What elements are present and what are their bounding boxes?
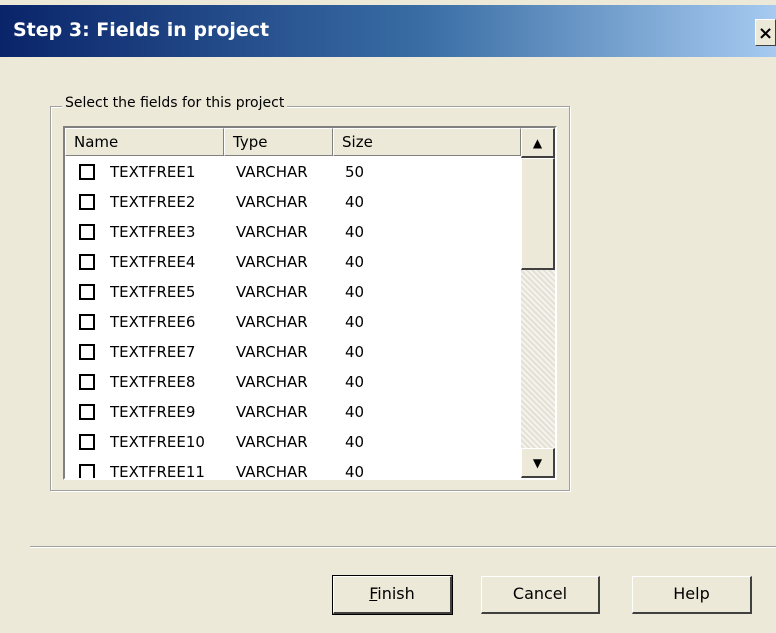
list-item[interactable]: TEXTFREE7 VARCHAR 40 <box>65 337 521 367</box>
title-bar[interactable]: Step 3: Fields in project × <box>0 5 776 57</box>
field-name: TEXTFREE9 <box>110 403 196 421</box>
dialog-title: Step 3: Fields in project <box>13 19 270 41</box>
field-type: VARCHAR <box>236 403 308 421</box>
list-item[interactable]: TEXTFREE6 VARCHAR 40 <box>65 307 521 337</box>
cancel-button[interactable]: Cancel <box>481 576 600 614</box>
field-size: 40 <box>345 313 365 331</box>
list-item[interactable]: TEXTFREE11 VARCHAR 40 <box>65 457 521 480</box>
list-item[interactable]: TEXTFREE1 VARCHAR 50 <box>65 157 521 187</box>
field-checkbox[interactable] <box>79 374 95 390</box>
field-size: 40 <box>345 223 365 241</box>
list-item[interactable]: TEXTFREE3 VARCHAR 40 <box>65 217 521 247</box>
field-checkbox[interactable] <box>79 284 95 300</box>
list-item[interactable]: TEXTFREE8 VARCHAR 40 <box>65 367 521 397</box>
list-item[interactable]: TEXTFREE9 VARCHAR 40 <box>65 397 521 427</box>
finish-label: inish <box>377 584 415 603</box>
field-size: 40 <box>345 403 365 421</box>
field-checkbox[interactable] <box>79 224 95 240</box>
groupbox-legend: Select the fields for this project <box>62 94 288 112</box>
field-checkbox[interactable] <box>79 464 95 478</box>
separator-line <box>30 546 776 548</box>
field-name: TEXTFREE8 <box>110 373 196 391</box>
dialog-window: Step 3: Fields in project × Select the f… <box>0 0 776 633</box>
field-size: 40 <box>345 283 365 301</box>
close-icon: × <box>757 23 774 44</box>
field-type: VARCHAR <box>236 193 308 211</box>
field-type: VARCHAR <box>236 223 308 241</box>
field-checkbox[interactable] <box>79 404 95 420</box>
field-checkbox[interactable] <box>79 194 95 210</box>
arrow-up-icon: ▲ <box>532 136 543 150</box>
field-size: 40 <box>345 253 365 271</box>
field-name: TEXTFREE5 <box>110 283 196 301</box>
column-header-name[interactable]: Name <box>65 128 224 156</box>
field-checkbox[interactable] <box>79 164 95 180</box>
field-name: TEXTFREE3 <box>110 223 196 241</box>
field-checkbox[interactable] <box>79 254 95 270</box>
list-rows: TEXTFREE1 VARCHAR 50 TEXTFREE2 VARCHAR 40 TEXT… <box>65 157 521 480</box>
field-checkbox[interactable] <box>79 434 95 450</box>
close-button[interactable]: × <box>755 19 776 46</box>
scroll-up-button[interactable]: ▲ <box>521 128 555 158</box>
field-name: TEXTFREE6 <box>110 313 196 331</box>
field-name: TEXTFREE4 <box>110 253 196 271</box>
field-name: TEXTFREE2 <box>110 193 196 211</box>
column-header-type[interactable]: Type <box>224 128 333 156</box>
field-size: 50 <box>345 163 365 181</box>
help-button[interactable]: Help <box>632 576 752 614</box>
vertical-scrollbar[interactable]: ▲ ▼ <box>521 128 555 478</box>
field-type: VARCHAR <box>236 283 308 301</box>
field-name: TEXTFREE10 <box>110 433 205 451</box>
field-type: VARCHAR <box>236 463 308 480</box>
field-name: TEXTFREE11 <box>110 463 205 480</box>
field-name: TEXTFREE7 <box>110 343 196 361</box>
field-type: VARCHAR <box>236 373 308 391</box>
field-type: VARCHAR <box>236 343 308 361</box>
column-header-size[interactable]: Size <box>333 128 521 156</box>
field-type: VARCHAR <box>236 253 308 271</box>
fields-list[interactable]: Name Type Size TEXTFREE1 VARCHAR 50 TEXTFRE… <box>63 126 557 480</box>
field-size: 40 <box>345 463 365 480</box>
field-size: 40 <box>345 193 365 211</box>
field-name: TEXTFREE1 <box>110 163 196 181</box>
list-item[interactable]: TEXTFREE4 VARCHAR 40 <box>65 247 521 277</box>
field-size: 40 <box>345 343 365 361</box>
scroll-thumb[interactable] <box>521 158 555 270</box>
field-size: 40 <box>345 373 365 391</box>
field-checkbox[interactable] <box>79 344 95 360</box>
field-type: VARCHAR <box>236 313 308 331</box>
field-checkbox[interactable] <box>79 314 95 330</box>
field-type: VARCHAR <box>236 433 308 451</box>
field-size: 40 <box>345 433 365 451</box>
arrow-down-icon: ▼ <box>532 456 543 470</box>
list-item[interactable]: TEXTFREE10 VARCHAR 40 <box>65 427 521 457</box>
scroll-down-button[interactable]: ▼ <box>521 448 555 478</box>
finish-button[interactable]: Finish <box>332 575 453 615</box>
list-header: Name Type Size <box>65 128 555 156</box>
list-item[interactable]: TEXTFREE2 VARCHAR 40 <box>65 187 521 217</box>
list-item[interactable]: TEXTFREE5 VARCHAR 40 <box>65 277 521 307</box>
field-type: VARCHAR <box>236 163 308 181</box>
